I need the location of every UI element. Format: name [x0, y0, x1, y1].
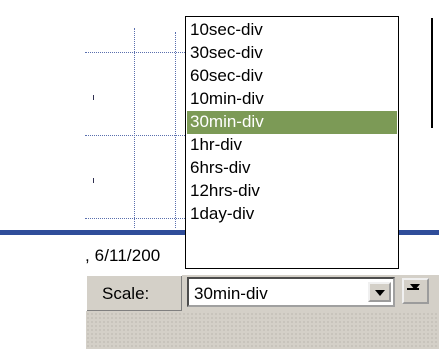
axis-tick — [93, 178, 94, 183]
window-edge — [431, 18, 433, 128]
side-button-underline — [407, 288, 419, 290]
scale-option-selected[interactable]: 30min-div — [187, 111, 397, 134]
grid-line-v — [134, 28, 135, 228]
scale-option[interactable]: 60sec-div — [187, 65, 397, 88]
scale-option[interactable]: 30sec-div — [187, 42, 397, 65]
scale-select-value: 30min-div — [194, 284, 268, 303]
side-dropdown-button[interactable] — [402, 278, 429, 304]
date-label: , 6/11/200 — [85, 246, 161, 265]
scale-option[interactable]: 1hr-div — [187, 134, 397, 157]
grid-line-h — [85, 52, 185, 53]
control-panel-texture — [86, 312, 439, 349]
scale-option[interactable]: 12hrs-div — [187, 180, 397, 203]
scale-dropdown-list[interactable]: 10sec-div 30sec-div 60sec-div 10min-div … — [185, 16, 399, 269]
grid-line-v — [175, 32, 176, 228]
scale-option[interactable]: 1day-div — [187, 203, 397, 226]
scale-select-button[interactable] — [368, 282, 391, 302]
grid-line-h — [85, 135, 185, 136]
scale-label: Scale: — [102, 284, 150, 303]
grid-line-h — [85, 218, 185, 219]
scale-select[interactable]: 30min-div — [187, 277, 395, 307]
combo-dropdown-arrow-icon — [375, 290, 385, 296]
scale-option[interactable]: 6hrs-div — [187, 157, 397, 180]
scale-option[interactable]: 10min-div — [187, 88, 397, 111]
axis-tick — [93, 95, 94, 100]
scale-option[interactable]: 10sec-div — [187, 19, 397, 42]
